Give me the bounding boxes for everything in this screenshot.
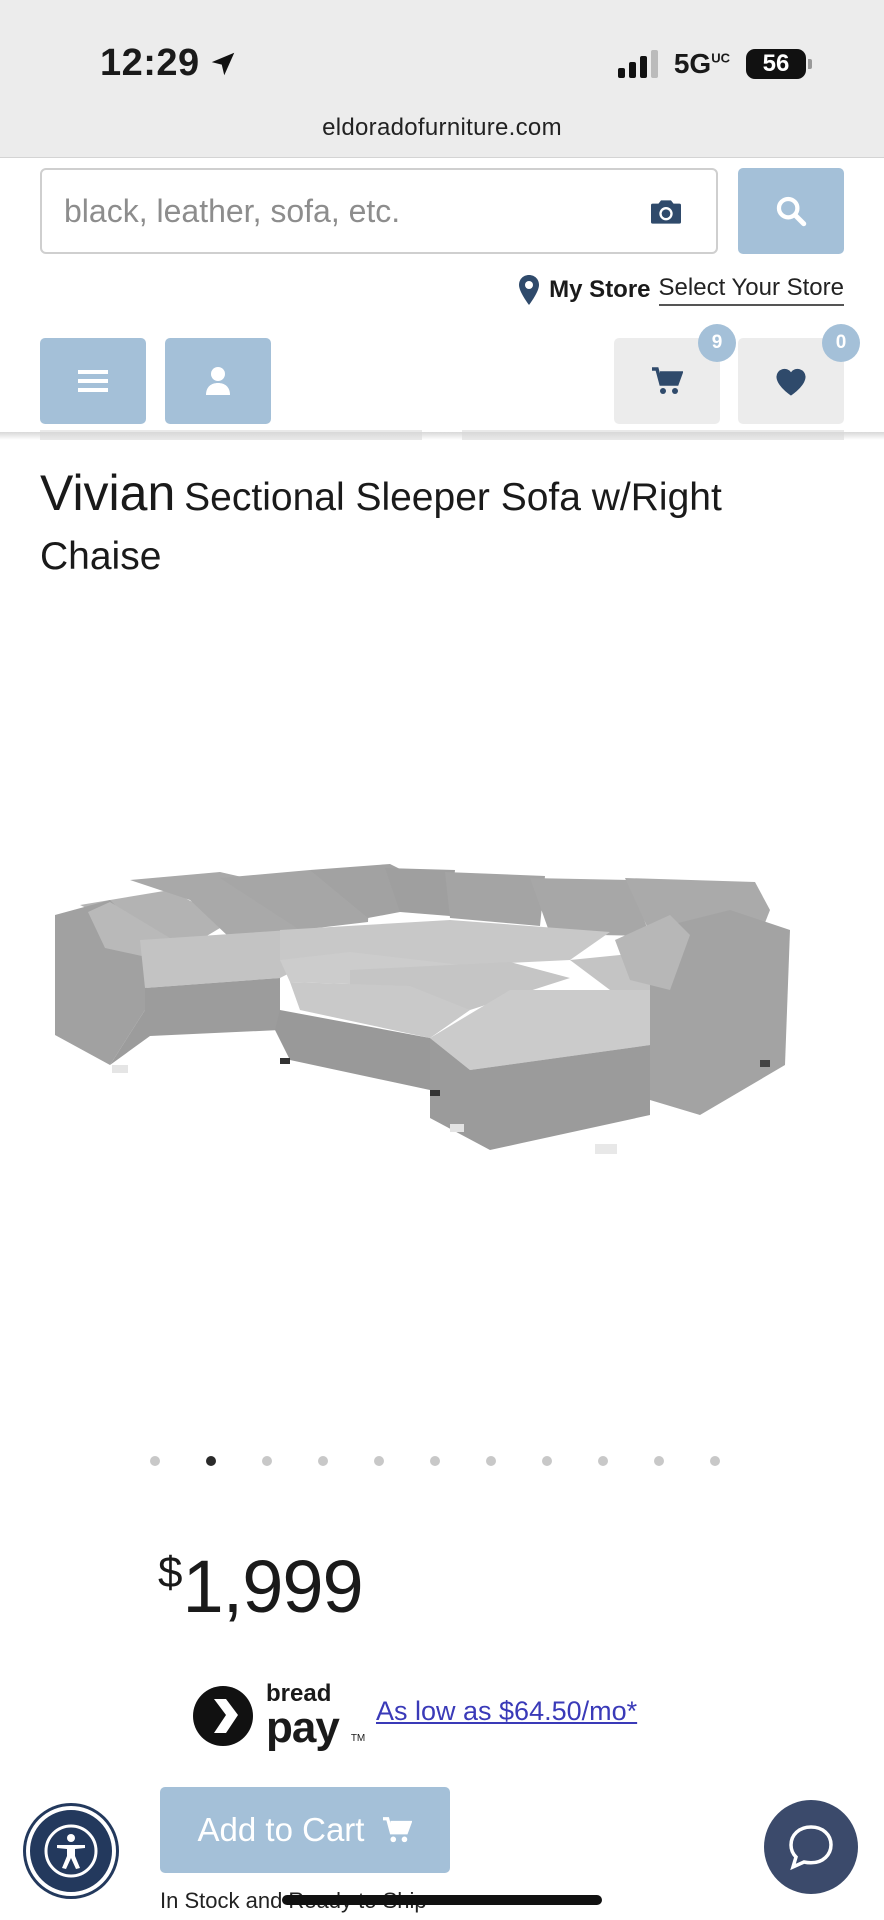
carousel-dot[interactable] bbox=[486, 1456, 496, 1466]
search-field[interactable] bbox=[40, 168, 718, 254]
bread-pay-logo: bread pay TM bbox=[192, 1682, 365, 1750]
user-icon bbox=[206, 367, 230, 395]
carousel-dot[interactable] bbox=[318, 1456, 328, 1466]
cart-icon bbox=[383, 1817, 413, 1843]
carousel-dot[interactable] bbox=[374, 1456, 384, 1466]
chat-bubble-icon bbox=[789, 1825, 833, 1871]
hamburger-menu-icon bbox=[78, 370, 108, 392]
select-store-link[interactable]: Select Your Store bbox=[658, 274, 844, 306]
wishlist-button[interactable]: 0 bbox=[738, 324, 860, 424]
header-divider bbox=[0, 432, 884, 440]
url-bar[interactable]: eldoradofurniture.com bbox=[0, 114, 884, 142]
product-image[interactable] bbox=[50, 860, 840, 1180]
chat-button[interactable] bbox=[764, 1800, 858, 1894]
store-selector: My Store Select Your Store bbox=[517, 274, 844, 306]
cart-count-badge: 9 bbox=[698, 324, 736, 362]
search-input[interactable] bbox=[64, 192, 624, 230]
pay-label: pay bbox=[266, 1703, 340, 1752]
product-price: $ 1,999 bbox=[158, 1544, 364, 1629]
carousel-dot[interactable] bbox=[598, 1456, 608, 1466]
wishlist-count-badge: 0 bbox=[822, 324, 860, 362]
search-icon bbox=[776, 196, 807, 227]
carousel-dot[interactable] bbox=[150, 1456, 160, 1466]
camera-icon[interactable] bbox=[646, 192, 686, 232]
carousel-dot[interactable] bbox=[430, 1456, 440, 1466]
carousel-dot[interactable] bbox=[262, 1456, 272, 1466]
accessibility-icon bbox=[44, 1824, 98, 1878]
product-title: Vivian Sectional Sleeper Sofa w/Right Ch… bbox=[40, 464, 840, 587]
signal-icon bbox=[617, 50, 658, 78]
network-label: 5GUC bbox=[673, 48, 730, 79]
status-time: 12:29 bbox=[100, 42, 238, 85]
add-to-cart-label: Add to Cart bbox=[197, 1811, 365, 1848]
menu-button[interactable] bbox=[40, 338, 146, 424]
clock-text: 12:29 bbox=[100, 42, 200, 84]
carousel-dot[interactable] bbox=[710, 1456, 720, 1466]
price-amount: 1,999 bbox=[182, 1545, 363, 1628]
map-pin-icon bbox=[519, 275, 540, 305]
accessibility-button[interactable] bbox=[26, 1806, 116, 1896]
carousel-dot[interactable] bbox=[654, 1456, 664, 1466]
home-indicator bbox=[282, 1895, 602, 1905]
add-to-cart-button[interactable]: Add to Cart bbox=[160, 1787, 450, 1873]
financing-offer-link[interactable]: As low as $64.50/mo* bbox=[376, 1696, 637, 1727]
product-name: Vivian bbox=[40, 465, 176, 521]
location-arrow-icon bbox=[211, 52, 234, 75]
status-indicators: 5GUC 56 bbox=[617, 48, 812, 80]
trademark-label: TM bbox=[350, 1733, 366, 1744]
bread-pay-mark-icon bbox=[193, 1686, 253, 1746]
my-store-label: My Store bbox=[549, 276, 651, 303]
search-button[interactable] bbox=[738, 168, 844, 254]
heart-icon bbox=[776, 368, 806, 396]
browser-chrome: 12:29 5GUC 56 eldoradofurniture.com bbox=[0, 0, 884, 158]
carousel-dot[interactable] bbox=[542, 1456, 552, 1466]
cart-icon bbox=[652, 367, 683, 394]
carousel-dots bbox=[150, 1456, 720, 1466]
account-button[interactable] bbox=[165, 338, 271, 424]
carousel-dot-active[interactable] bbox=[206, 1456, 216, 1466]
currency-symbol: $ bbox=[158, 1548, 183, 1597]
battery-icon: 56 bbox=[746, 49, 812, 79]
cart-button[interactable]: 9 bbox=[614, 324, 736, 424]
